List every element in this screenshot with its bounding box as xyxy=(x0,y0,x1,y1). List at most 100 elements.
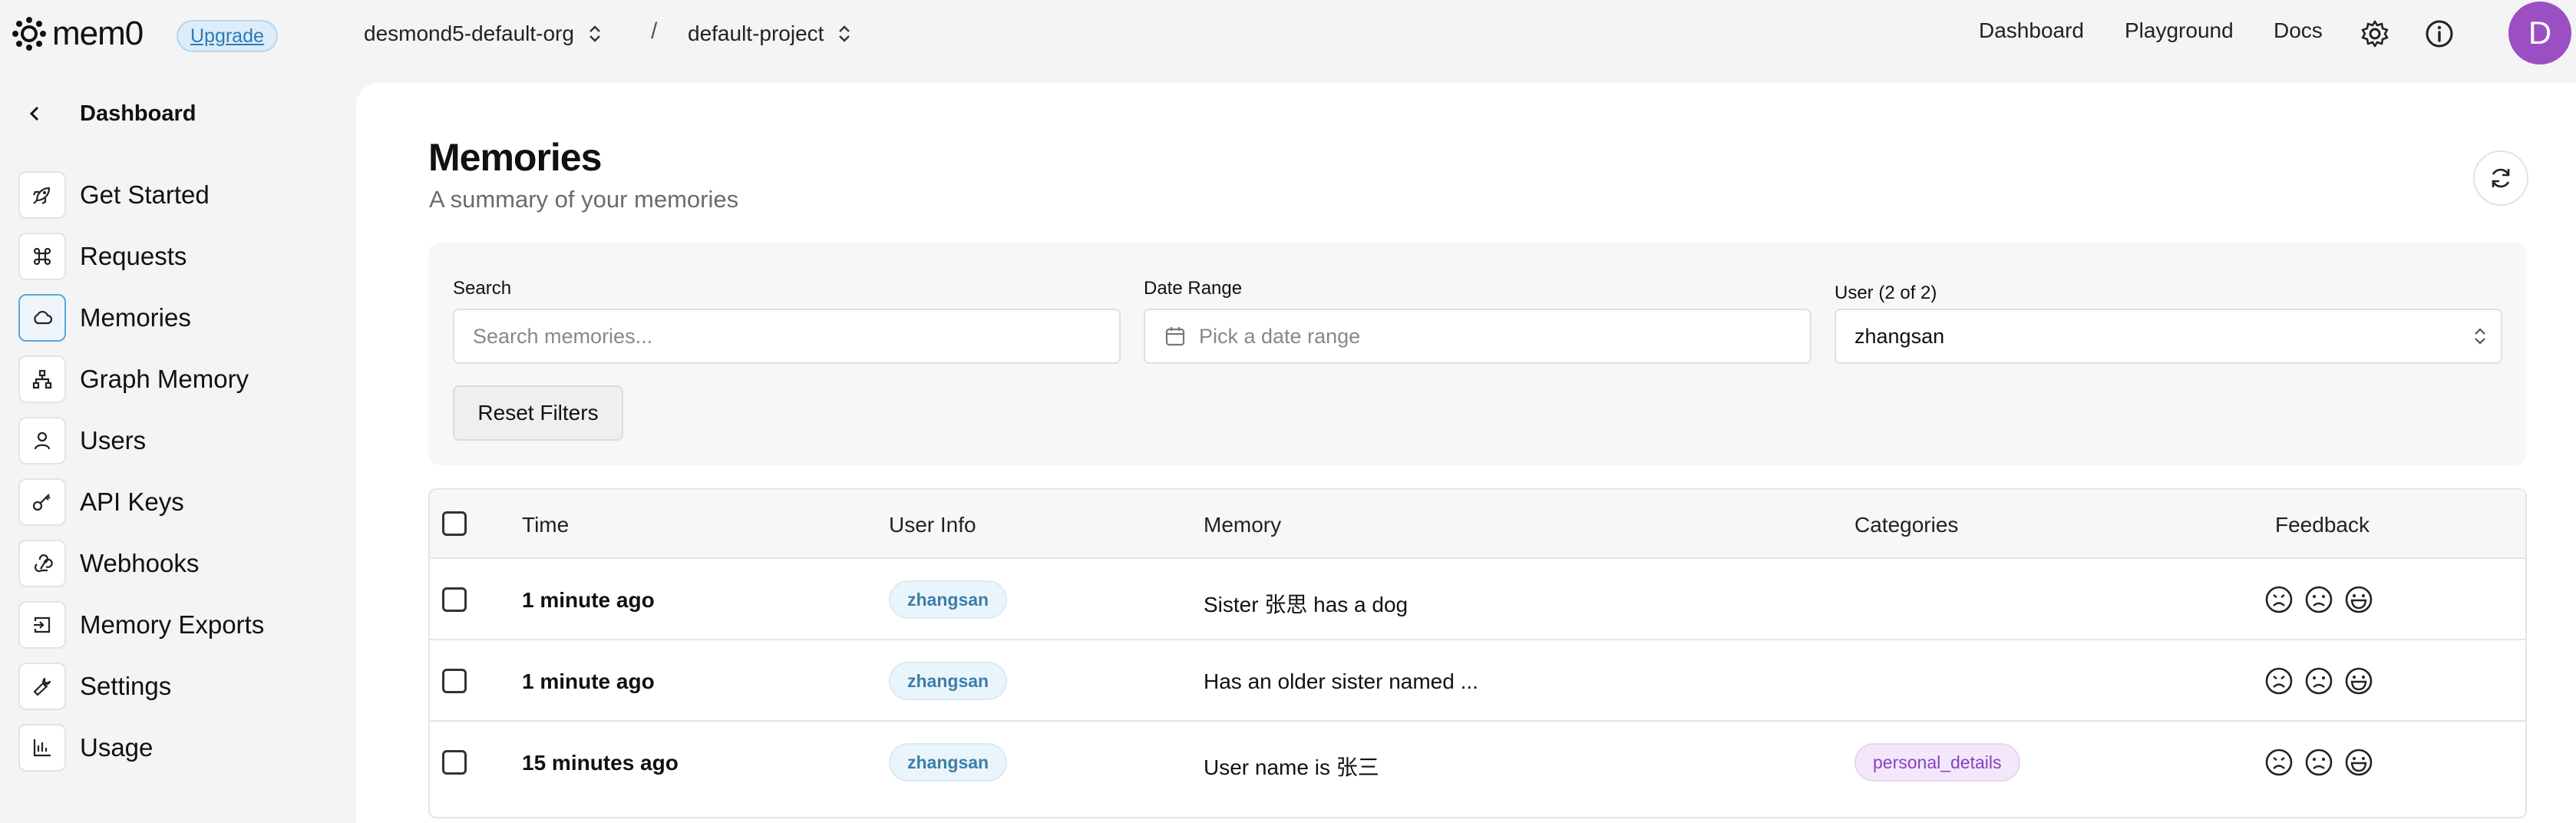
user-select-value: zhangsan xyxy=(1854,324,1945,348)
command-icon xyxy=(33,247,51,266)
user-icon xyxy=(34,431,51,450)
unhappy-face-icon[interactable] xyxy=(2304,585,2333,614)
memories-table: Time User Info Memory Categories Feedbac… xyxy=(428,488,2527,818)
very-unhappy-face-icon[interactable] xyxy=(2264,666,2294,696)
search-input[interactable]: Search memories... xyxy=(453,309,1121,364)
calendar-icon xyxy=(1165,327,1185,346)
sidebar-item-label: Memories xyxy=(80,303,191,332)
top-bar: mem0 Upgrade desmond5-default-org / defa… xyxy=(0,0,2576,68)
page-title: Memories xyxy=(428,136,602,179)
rocket-icon xyxy=(33,187,51,204)
chart-icon xyxy=(33,739,51,757)
nav-docs[interactable]: Docs xyxy=(2274,18,2323,43)
project-selector[interactable]: default-project xyxy=(688,18,851,49)
org-selector[interactable]: desmond5-default-org xyxy=(364,18,602,49)
chevron-updown-icon xyxy=(590,25,600,42)
very-unhappy-face-icon[interactable] xyxy=(2264,585,2294,614)
nav-dashboard[interactable]: Dashboard xyxy=(1979,18,2084,43)
logo[interactable]: mem0 xyxy=(11,15,144,52)
chevron-updown-icon xyxy=(2475,328,2485,345)
sidebar-item-label: Users xyxy=(80,426,147,454)
info-icon[interactable] xyxy=(2424,18,2455,49)
sidebar-item-label: API Keys xyxy=(80,488,184,516)
gear-icon[interactable] xyxy=(2360,18,2390,49)
user-filter-label: User (2 of 2) xyxy=(1835,283,1937,303)
column-header-user-info[interactable]: User Info xyxy=(889,513,976,537)
category-chip[interactable]: personal_details xyxy=(1854,743,2020,782)
date-range-label: Date Range xyxy=(1144,278,1243,299)
very-unhappy-face-icon[interactable] xyxy=(2264,748,2294,777)
column-header-memory[interactable]: Memory xyxy=(1204,513,1281,537)
webhook-icon xyxy=(34,554,53,573)
sidebar-item-settings[interactable]: Settings xyxy=(18,662,171,711)
happy-face-icon[interactable] xyxy=(2344,748,2373,777)
select-all-checkbox[interactable] xyxy=(442,511,467,536)
table-row[interactable]: 15 minutes ago zhangsan User name is 张三 … xyxy=(430,722,2525,803)
logo-text: mem0 xyxy=(52,15,144,52)
back-label: Dashboard xyxy=(80,101,197,126)
wrench-icon xyxy=(33,677,51,696)
chevron-updown-icon xyxy=(839,25,850,42)
unhappy-face-icon[interactable] xyxy=(2304,666,2333,696)
graph-icon xyxy=(32,369,52,389)
org-name: desmond5-default-org xyxy=(364,21,574,45)
sidebar-item-api-keys[interactable]: API Keys xyxy=(18,478,184,527)
sidebar-item-usage[interactable]: Usage xyxy=(18,723,153,772)
column-header-time[interactable]: Time xyxy=(522,513,569,537)
sidebar-item-users[interactable]: Users xyxy=(18,416,146,465)
column-header-feedback[interactable]: Feedback xyxy=(2275,513,2370,537)
sidebar-item-label: Memory Exports xyxy=(80,610,265,639)
user-select[interactable]: zhangsan xyxy=(1835,309,2502,364)
key-icon xyxy=(32,494,51,511)
sidebar-item-label: Get Started xyxy=(80,180,210,209)
reset-filters-button[interactable]: Reset Filters xyxy=(453,385,623,441)
row-checkbox[interactable] xyxy=(442,669,467,693)
sidebar-item-label: Requests xyxy=(80,242,187,270)
row-checkbox[interactable] xyxy=(442,587,467,612)
nav-playground[interactable]: Playground xyxy=(2125,18,2234,43)
row-time: 15 minutes ago xyxy=(522,751,679,775)
refresh-icon xyxy=(2492,168,2510,188)
row-memory[interactable]: Has an older sister named ... xyxy=(1204,669,1478,694)
sidebar-item-graph-memory[interactable]: Graph Memory xyxy=(18,355,249,404)
sidebar-item-label: Usage xyxy=(80,733,154,762)
sidebar-item-requests[interactable]: Requests xyxy=(18,232,187,281)
column-header-categories[interactable]: Categories xyxy=(1854,513,1958,537)
happy-face-icon[interactable] xyxy=(2344,666,2373,696)
cloud-icon xyxy=(34,310,53,325)
row-time: 1 minute ago xyxy=(522,588,655,612)
row-memory[interactable]: User name is 张三 xyxy=(1204,751,1379,782)
sidebar-item-webhooks[interactable]: Webhooks xyxy=(18,539,199,588)
user-chip[interactable]: zhangsan xyxy=(889,743,1008,782)
sidebar-item-get-started[interactable]: Get Started xyxy=(18,170,210,220)
sidebar-item-label: Graph Memory xyxy=(80,365,249,393)
chevron-left-icon xyxy=(29,106,39,121)
sidebar: Dashboard Get Started Requests Memories xyxy=(0,68,355,823)
project-name: default-project xyxy=(688,21,824,45)
row-time: 1 minute ago xyxy=(522,669,655,693)
row-memory[interactable]: Sister 张思 has a dog xyxy=(1204,588,1408,619)
avatar[interactable]: D xyxy=(2508,2,2571,64)
user-chip[interactable]: zhangsan xyxy=(889,662,1008,700)
breadcrumb-separator: / xyxy=(651,18,658,44)
main-panel: Memories A summary of your memories Sear… xyxy=(356,83,2576,823)
search-placeholder: Search memories... xyxy=(473,324,653,348)
date-range-placeholder: Pick a date range xyxy=(1199,324,1361,348)
table-row[interactable]: 1 minute ago zhangsan Has an older siste… xyxy=(430,640,2525,722)
upgrade-link[interactable]: Upgrade xyxy=(177,20,278,52)
sidebar-item-memories[interactable]: Memories xyxy=(18,293,191,342)
export-icon xyxy=(34,616,51,633)
table-header: Time User Info Memory Categories Feedbac… xyxy=(430,490,2525,559)
sidebar-item-label: Settings xyxy=(80,672,172,700)
back-to-dashboard[interactable]: Dashboard xyxy=(23,92,196,135)
happy-face-icon[interactable] xyxy=(2344,585,2373,614)
date-range-picker[interactable]: Pick a date range xyxy=(1144,309,1811,364)
refresh-button[interactable] xyxy=(2473,150,2528,206)
unhappy-face-icon[interactable] xyxy=(2304,748,2333,777)
sidebar-item-memory-exports[interactable]: Memory Exports xyxy=(18,600,264,649)
search-label: Search xyxy=(453,278,512,299)
sidebar-item-label: Webhooks xyxy=(80,549,200,577)
table-row[interactable]: 1 minute ago zhangsan Sister 张思 has a do… xyxy=(430,559,2525,640)
row-checkbox[interactable] xyxy=(442,750,467,775)
user-chip[interactable]: zhangsan xyxy=(889,580,1008,619)
